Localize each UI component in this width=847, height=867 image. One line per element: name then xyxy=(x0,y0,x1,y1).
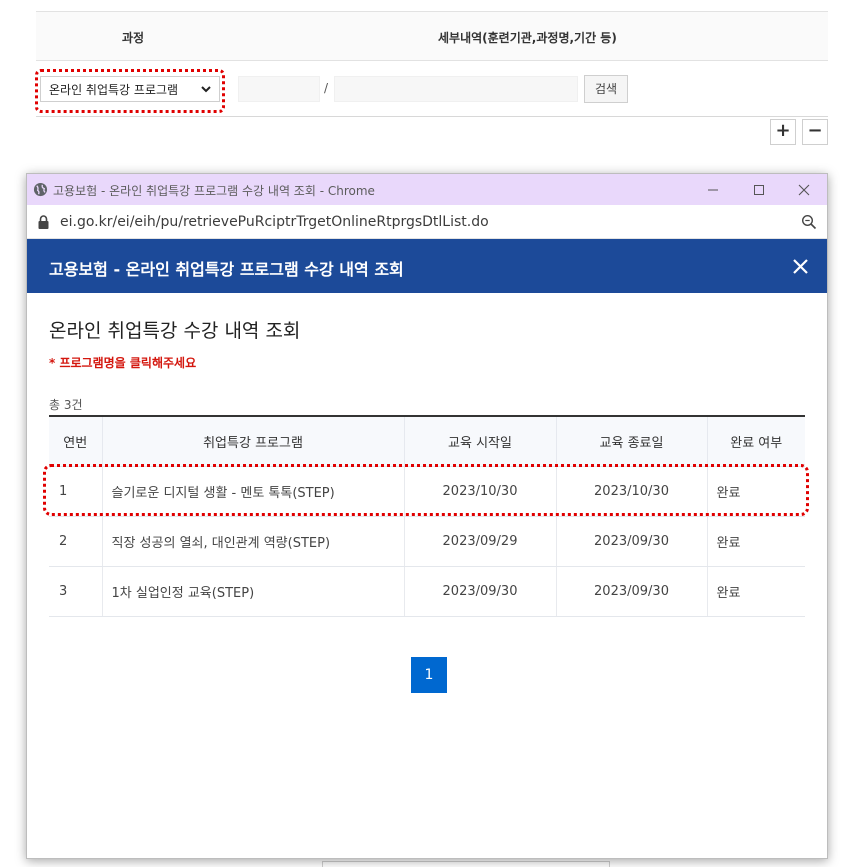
url-text: ei.go.kr/ei/eih/pu/retrievePuRciptrTrget… xyxy=(60,214,489,230)
end-date: 2023/09/30 xyxy=(555,516,707,567)
popup-window: 고용보험 - 온라인 취업특강 프로그램 수강 내역 조회 - Chrome e… xyxy=(26,173,828,859)
page-button-current[interactable]: 1 xyxy=(411,657,447,693)
zoom-icon[interactable] xyxy=(801,214,817,230)
notice-text: * 프로그램명을 클릭해주세요 xyxy=(49,356,197,370)
header-detail: 세부내역(훈련기관,과정명,기간 등) xyxy=(438,31,617,45)
select-highlight xyxy=(35,69,225,113)
program-link[interactable]: 직장 성공의 열쇠, 대인관계 역량(STEP) xyxy=(101,516,404,567)
table-header-row: 연번 취업특강 프로그램 교육 시작일 교육 종료일 완료 여부 xyxy=(49,415,805,467)
close-icon[interactable] xyxy=(792,258,809,275)
background-divider-bottom xyxy=(36,116,828,117)
window-title: 고용보험 - 온라인 취업특강 프로그램 수강 내역 조회 - Chrome xyxy=(53,184,375,198)
window-titlebar[interactable]: 고용보험 - 온라인 취업특강 프로그램 수강 내역 조회 - Chrome xyxy=(27,174,827,205)
popup-header: 고용보험 - 온라인 취업특강 프로그램 수강 내역 조회 xyxy=(27,239,827,293)
column-header-end: 교육 종료일 xyxy=(555,415,707,467)
slash-separator: / xyxy=(324,81,329,95)
lock-icon xyxy=(38,215,49,229)
column-header-status: 완료 여부 xyxy=(706,415,805,467)
status: 완료 xyxy=(706,516,805,567)
add-row-button[interactable]: + xyxy=(770,119,796,145)
detail-input-2[interactable] xyxy=(334,76,578,102)
globe-icon xyxy=(33,182,48,197)
popup-header-title: 고용보험 - 온라인 취업특강 프로그램 수강 내역 조회 xyxy=(49,260,404,279)
status: 완료 xyxy=(706,566,805,617)
column-header-start: 교육 시작일 xyxy=(403,415,556,467)
column-header-program: 취업특강 프로그램 xyxy=(101,415,404,467)
row-highlight xyxy=(43,464,809,516)
program-link[interactable]: 1차 실업인정 교육(STEP) xyxy=(101,566,404,617)
search-button[interactable]: 검색 xyxy=(584,75,628,103)
address-bar[interactable]: ei.go.kr/ei/eih/pu/retrievePuRciptrTrget… xyxy=(27,205,827,239)
start-date: 2023/09/29 xyxy=(403,516,556,567)
close-window-icon[interactable] xyxy=(793,179,815,201)
table-row: 2 직장 성공의 열쇠, 대인관계 역량(STEP) 2023/09/29 20… xyxy=(49,516,805,567)
background-table-header: 과정 세부내역(훈련기관,과정명,기간 등) xyxy=(36,12,828,61)
minimize-icon[interactable] xyxy=(702,179,724,201)
column-header-no: 연번 xyxy=(49,415,102,467)
start-date: 2023/09/30 xyxy=(403,566,556,617)
detail-input-1[interactable] xyxy=(238,76,320,102)
row-no: 2 xyxy=(49,516,102,567)
remove-row-button[interactable]: − xyxy=(802,119,828,145)
header-course: 과정 xyxy=(122,31,145,45)
maximize-icon[interactable] xyxy=(748,179,770,201)
total-count: 총 3건 xyxy=(49,398,83,412)
row-no: 3 xyxy=(49,566,102,617)
table-row: 3 1차 실업인정 교육(STEP) 2023/09/30 2023/09/30… xyxy=(49,566,805,617)
end-date: 2023/09/30 xyxy=(555,566,707,617)
page-title: 온라인 취업특강 수강 내역 조회 xyxy=(49,320,301,342)
background-bottom-input[interactable] xyxy=(322,861,610,867)
